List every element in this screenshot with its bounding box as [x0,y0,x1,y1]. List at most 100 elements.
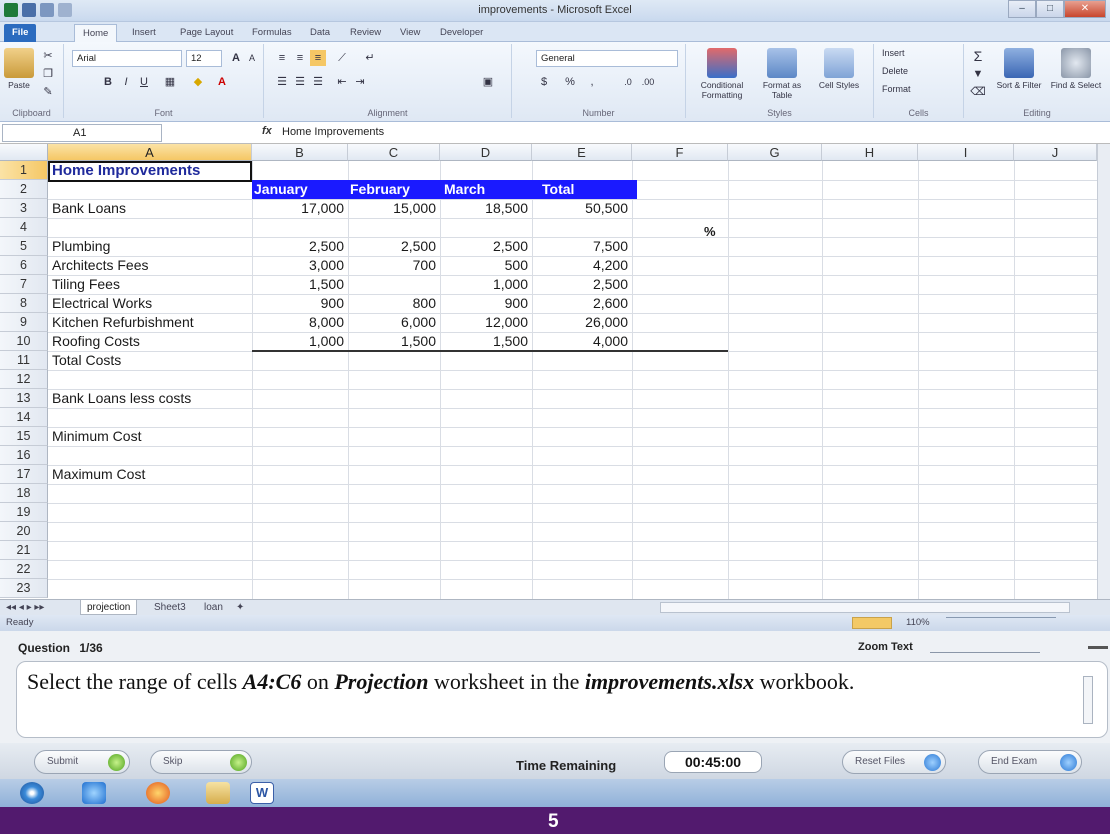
table-cell[interactable]: 2,600 [532,294,632,313]
table-cell[interactable]: 26,000 [532,313,632,332]
align-right-icon[interactable]: ☰ [310,74,326,90]
spreadsheet-grid[interactable]: A B C D E F G H I J 1 2 3 4 5 6 7 8 9 10… [0,144,1097,599]
table-cell[interactable]: 1,500 [252,275,348,294]
column-header-b[interactable]: B [252,144,348,161]
firefox-icon[interactable] [146,782,170,804]
table-cell[interactable]: 900 [252,294,348,313]
internet-explorer-icon[interactable] [82,782,106,804]
tab-file[interactable]: File [4,24,37,42]
column-header-f[interactable]: F [632,144,728,161]
align-top-icon[interactable]: ≡ [274,50,290,66]
formula-input[interactable]: Home Improvements [282,126,384,138]
row-header[interactable]: 16 [0,446,48,465]
table-cell[interactable]: 1,500 [348,332,440,351]
table-cell[interactable]: 2,500 [440,237,532,256]
format-painter-icon[interactable]: ✎ [40,84,56,100]
row-header[interactable]: 14 [0,408,48,427]
insert-cells-button[interactable]: Insert [882,48,905,58]
row-header[interactable]: 10 [0,332,48,351]
row-label[interactable]: Minimum Cost [52,427,141,446]
table-cell[interactable]: 7,500 [532,237,632,256]
table-cell[interactable]: 2,500 [252,237,348,256]
row-header[interactable]: 18 [0,484,48,503]
autosum-icon[interactable]: Σ [970,48,986,64]
tab-home[interactable]: Home [74,24,118,42]
cell-styles-button[interactable]: Cell Styles [814,48,864,90]
underline-icon[interactable]: U [136,74,152,90]
increase-indent-icon[interactable]: ⇥ [352,74,368,90]
table-cell[interactable] [348,275,440,294]
table-cell[interactable]: 500 [440,256,532,275]
table-cell[interactable]: 900 [440,294,532,313]
row-header[interactable]: 3 [0,199,48,218]
zoom-slider[interactable] [946,617,1056,627]
vertical-scrollbar[interactable] [1097,144,1110,599]
row-header[interactable]: 5 [0,237,48,256]
submit-button[interactable]: Submit [34,750,130,774]
italic-icon[interactable]: I [118,74,134,90]
row-label[interactable]: Total Costs [52,351,121,370]
format-as-table-button[interactable]: Format as Table [754,48,810,100]
tab-developer[interactable]: Developer [432,24,491,42]
row-label[interactable]: Plumbing [52,237,110,256]
table-cell[interactable]: 8,000 [252,313,348,332]
row-header[interactable]: 22 [0,560,48,579]
insert-function-icon[interactable]: fx [262,125,272,137]
font-size-select[interactable]: 12 [186,50,222,67]
row-header[interactable]: 11 [0,351,48,370]
name-box[interactable]: A1 [2,124,162,142]
tab-review[interactable]: Review [342,24,389,42]
zoom-text-minus-icon[interactable] [1088,641,1108,649]
font-color-icon[interactable]: A [214,74,230,90]
row-header[interactable]: 17 [0,465,48,484]
row-label[interactable]: Bank Loans less costs [52,389,191,408]
row-header[interactable]: 13 [0,389,48,408]
fill-color-icon[interactable]: ◆ [190,74,206,90]
table-cell[interactable]: 4,000 [532,332,632,351]
row-label[interactable]: Kitchen Refurbishment [52,313,194,332]
column-header-a[interactable]: A [48,144,252,161]
table-cell[interactable]: 18,500 [440,199,532,218]
horizontal-scrollbar[interactable] [660,602,1070,613]
align-left-icon[interactable]: ☰ [274,74,290,90]
tab-formulas[interactable]: Formulas [244,24,300,42]
table-cell[interactable]: 12,000 [440,313,532,332]
maximize-button[interactable]: □ [1036,0,1064,18]
column-header-c[interactable]: C [348,144,440,161]
table-cell[interactable]: 4,200 [532,256,632,275]
align-center-icon[interactable]: ☰ [292,74,308,90]
sort-filter-button[interactable]: Sort & Filter [994,48,1044,90]
percent-cell[interactable]: % [704,222,716,241]
comma-style-icon[interactable]: , [584,74,600,90]
column-header-h[interactable]: H [822,144,918,161]
fill-icon[interactable]: ▼ [970,66,986,82]
row-label[interactable]: Tiling Fees [52,275,120,294]
table-cell[interactable]: 2,500 [348,237,440,256]
skip-button[interactable]: Skip [150,750,252,774]
row-header[interactable]: 9 [0,313,48,332]
reset-files-button[interactable]: Reset Files [842,750,946,774]
row-label[interactable]: Maximum Cost [52,465,145,484]
find-select-button[interactable]: Find & Select [1048,48,1104,90]
table-cell[interactable]: 15,000 [348,199,440,218]
align-bottom-icon[interactable]: ≡ [310,50,326,66]
paste-button[interactable]: Paste [4,48,34,90]
tab-insert[interactable]: Insert [124,24,164,42]
view-normal-icon[interactable] [852,617,892,629]
header-january[interactable]: January [254,180,308,199]
sheet-tab-sheet3[interactable]: Sheet3 [148,600,192,615]
row-header[interactable]: 8 [0,294,48,313]
orientation-icon[interactable]: ⟋ [334,50,350,66]
sheet-tab-projection[interactable]: projection [80,600,138,615]
column-header-i[interactable]: I [918,144,1014,161]
new-sheet-icon[interactable]: ✦ [236,600,244,615]
grow-font-icon[interactable]: A [228,50,244,66]
table-cell[interactable]: 1,000 [252,332,348,351]
percent-icon[interactable]: % [562,74,578,90]
tab-data[interactable]: Data [302,24,338,42]
zoom-level[interactable]: 110% [906,615,930,631]
column-header-d[interactable]: D [440,144,532,161]
table-cell[interactable]: 800 [348,294,440,313]
table-cell[interactable]: 2,500 [532,275,632,294]
row-label[interactable]: Roofing Costs [52,332,140,351]
